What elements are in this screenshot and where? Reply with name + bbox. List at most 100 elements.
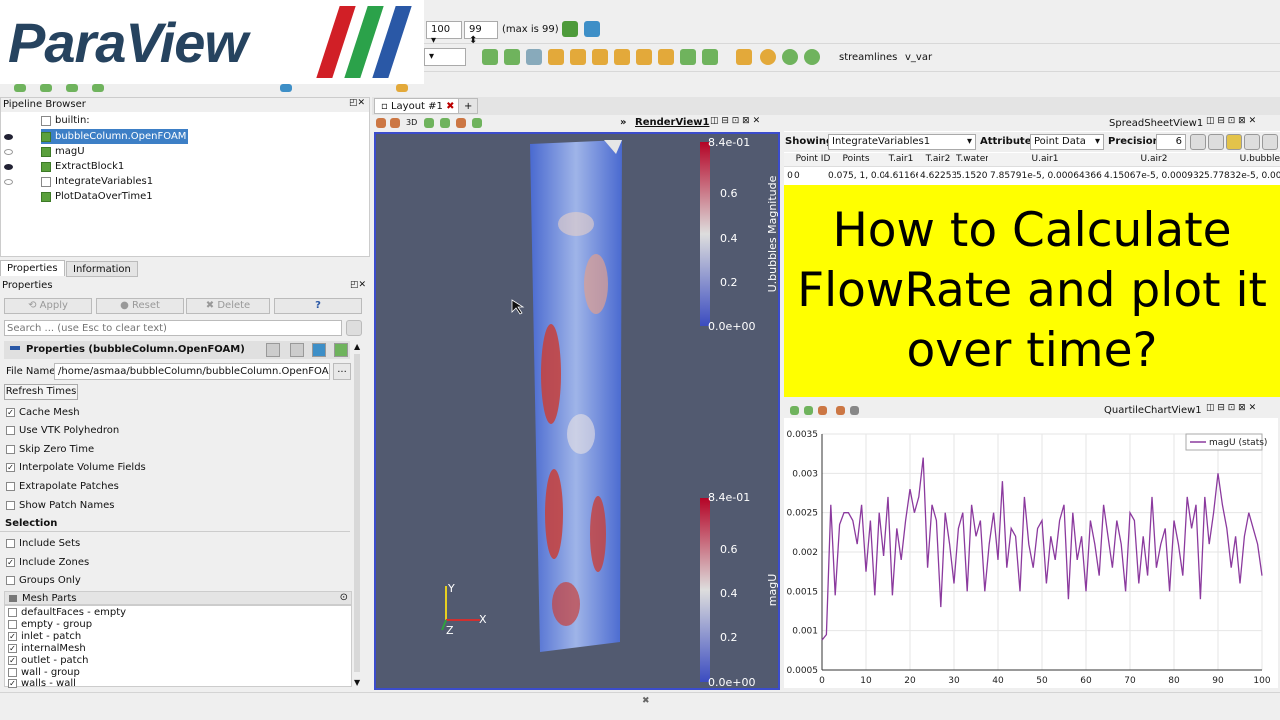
view-minus-y-icon[interactable]: [614, 49, 630, 65]
column-header[interactable]: U.air1: [990, 154, 1100, 164]
select-icon[interactable]: [440, 118, 450, 128]
column-visibility-icon[interactable]: [1226, 134, 1242, 150]
toggle-selection-icon[interactable]: [1244, 134, 1260, 150]
eye-icon[interactable]: [4, 164, 13, 170]
apply-button[interactable]: ⟲ Apply: [4, 298, 92, 314]
orient-axes-icon[interactable]: [760, 49, 776, 65]
extrapolate-patches-checkbox[interactable]: Extrapolate Patches: [6, 479, 119, 493]
pipeline-item-integratevariables[interactable]: IntegrateVariables1: [41, 174, 153, 189]
filter-icon[interactable]: [66, 84, 78, 92]
pipeline-item-magu[interactable]: magU: [41, 144, 85, 159]
mesh-part-item[interactable]: ✓ outlet - patch: [8, 654, 88, 666]
view-split-close-icons[interactable]: ◫ ⊟ ⊡ ⊠ ✕: [710, 116, 760, 126]
include-sets-checkbox[interactable]: Include Sets: [6, 536, 80, 550]
mesh-part-item[interactable]: defaultFaces - empty: [8, 606, 126, 618]
reload-icon[interactable]: [312, 343, 326, 357]
pick-center-icon[interactable]: [804, 49, 820, 65]
cache-mesh-checkbox[interactable]: ✓ Cache Mesh: [6, 405, 80, 419]
paste-icon[interactable]: [290, 343, 304, 357]
use-vtk-polyhedron-checkbox[interactable]: Use VTK Polyhedron: [6, 423, 119, 437]
reset-button[interactable]: ● Reset: [96, 298, 184, 314]
add-layout-button[interactable]: +: [458, 98, 478, 114]
panel-float-close-icon[interactable]: ◰✕: [349, 98, 365, 108]
scroll-down-icon[interactable]: ▼: [354, 678, 360, 687]
scroll-up-icon[interactable]: ▲: [354, 342, 360, 351]
attribute-combo[interactable]: Point Data ▾: [1030, 134, 1104, 150]
delete-button[interactable]: ✖ Delete: [186, 298, 270, 314]
representation-combo[interactable]: ▾: [424, 48, 466, 66]
file-name-field[interactable]: /home/asmaa/bubbleColumn/bubbleColumn.Op…: [54, 363, 330, 380]
zoom-box-icon[interactable]: [526, 49, 542, 65]
chart-tool-icon[interactable]: [836, 406, 845, 415]
fixed-notation-icon[interactable]: [1190, 134, 1206, 150]
column-header[interactable]: Points: [830, 154, 882, 164]
chart-tool-icon[interactable]: [804, 406, 813, 415]
chart-tool-icon[interactable]: [850, 406, 859, 415]
chart-tool-icon[interactable]: [790, 406, 799, 415]
showing-combo[interactable]: IntegrateVariables1 ▾: [828, 134, 976, 150]
select-icon[interactable]: [472, 118, 482, 128]
collapse-icon[interactable]: [10, 346, 20, 350]
view-split-close-icons[interactable]: ◫ ⊟ ⊡ ⊠ ✕: [1206, 116, 1256, 126]
pipeline-item-bubblecolumn[interactable]: bubbleColumn.OpenFOAM: [41, 129, 189, 144]
show-patch-names-checkbox[interactable]: Show Patch Names: [6, 498, 115, 512]
groups-only-checkbox[interactable]: Groups Only: [6, 573, 81, 587]
zoom-to-data-icon[interactable]: [504, 49, 520, 65]
filter-icon[interactable]: [92, 84, 104, 92]
include-zones-checkbox[interactable]: ✓ Include Zones: [6, 555, 89, 569]
toolbar-link-streamlines[interactable]: streamlines: [839, 52, 897, 63]
properties-scrollbar[interactable]: [354, 354, 360, 672]
browse-button[interactable]: ...: [333, 363, 351, 380]
column-header[interactable]: U.bubble: [1204, 154, 1280, 164]
eye-closed-icon[interactable]: [4, 179, 13, 185]
column-header[interactable]: T.air2: [920, 154, 956, 164]
view-plus-x-icon[interactable]: [548, 49, 564, 65]
center-axes-icon[interactable]: [782, 49, 798, 65]
rotate-plus-90-icon[interactable]: [680, 49, 696, 65]
mesh-part-item[interactable]: ✓ inlet - patch: [8, 630, 81, 642]
advanced-gear-icon[interactable]: [346, 320, 362, 336]
properties-search-input[interactable]: [4, 320, 342, 336]
toggle-columns-icon[interactable]: [1208, 134, 1224, 150]
table-row[interactable]: 0 0 0.075, 1, 0.05 4.61166 4.62253 5.152…: [784, 168, 1280, 184]
interpolate-volume-fields-checkbox[interactable]: ✓ Interpolate Volume Fields: [6, 460, 146, 474]
frame-spinbox[interactable]: 99 ⬍: [464, 21, 498, 46]
save-defaults-icon[interactable]: [334, 343, 348, 357]
tab-layout-1[interactable]: ▫ Layout #1 ✖: [374, 98, 462, 114]
view-icon[interactable]: [376, 118, 386, 128]
filter-icon[interactable]: [280, 84, 292, 92]
camera-redo-icon[interactable]: [584, 21, 600, 37]
reset-camera-icon[interactable]: [482, 49, 498, 65]
view-split-close-icons[interactable]: ◫ ⊟ ⊡ ⊠ ✕: [1206, 403, 1256, 413]
select-icon[interactable]: [456, 118, 466, 128]
chart-tool-icon[interactable]: [818, 406, 827, 415]
rotate-minus-90-icon[interactable]: [702, 49, 718, 65]
copy-icon[interactable]: [266, 343, 280, 357]
column-header[interactable]: T.water: [956, 154, 988, 164]
pipeline-root[interactable]: builtin:: [41, 113, 90, 128]
render-expand-icon[interactable]: »: [620, 117, 626, 128]
filter-icon[interactable]: [14, 84, 26, 92]
tab-information[interactable]: Information: [66, 261, 138, 277]
filter-icon[interactable]: [396, 84, 408, 92]
frame-combo[interactable]: 100 ▾: [426, 21, 462, 46]
camera-undo-icon[interactable]: [562, 21, 578, 37]
eye-icon[interactable]: [4, 134, 13, 140]
column-header[interactable]: U.air2: [1104, 154, 1204, 164]
toggle-3d-button[interactable]: 3D: [406, 118, 417, 127]
interaction-mode-icon[interactable]: [736, 49, 752, 65]
toolbar-link-v-var[interactable]: v_var: [905, 52, 932, 63]
pipeline-item-plotdataovertime[interactable]: PlotDataOverTime1: [41, 189, 153, 204]
refresh-times-button[interactable]: Refresh Times: [4, 384, 78, 400]
pipeline-item-extractblock[interactable]: ExtractBlock1: [41, 159, 124, 174]
column-header[interactable]: T.air1: [884, 154, 918, 164]
circle-options-icon[interactable]: ⊙: [340, 592, 348, 603]
status-close-icon[interactable]: ✖: [642, 696, 650, 706]
render-view[interactable]: 8.4e-01 0.6 0.4 0.2 0.0e+00 8.4e-01 0.6 …: [374, 132, 780, 690]
view-icon[interactable]: [390, 118, 400, 128]
eye-closed-icon[interactable]: [4, 149, 13, 155]
mesh-part-item[interactable]: empty - group: [8, 618, 92, 630]
select-icon[interactable]: [424, 118, 434, 128]
mesh-part-item[interactable]: ✓ internalMesh: [8, 642, 86, 654]
precision-spinbox[interactable]: 6: [1156, 134, 1186, 150]
